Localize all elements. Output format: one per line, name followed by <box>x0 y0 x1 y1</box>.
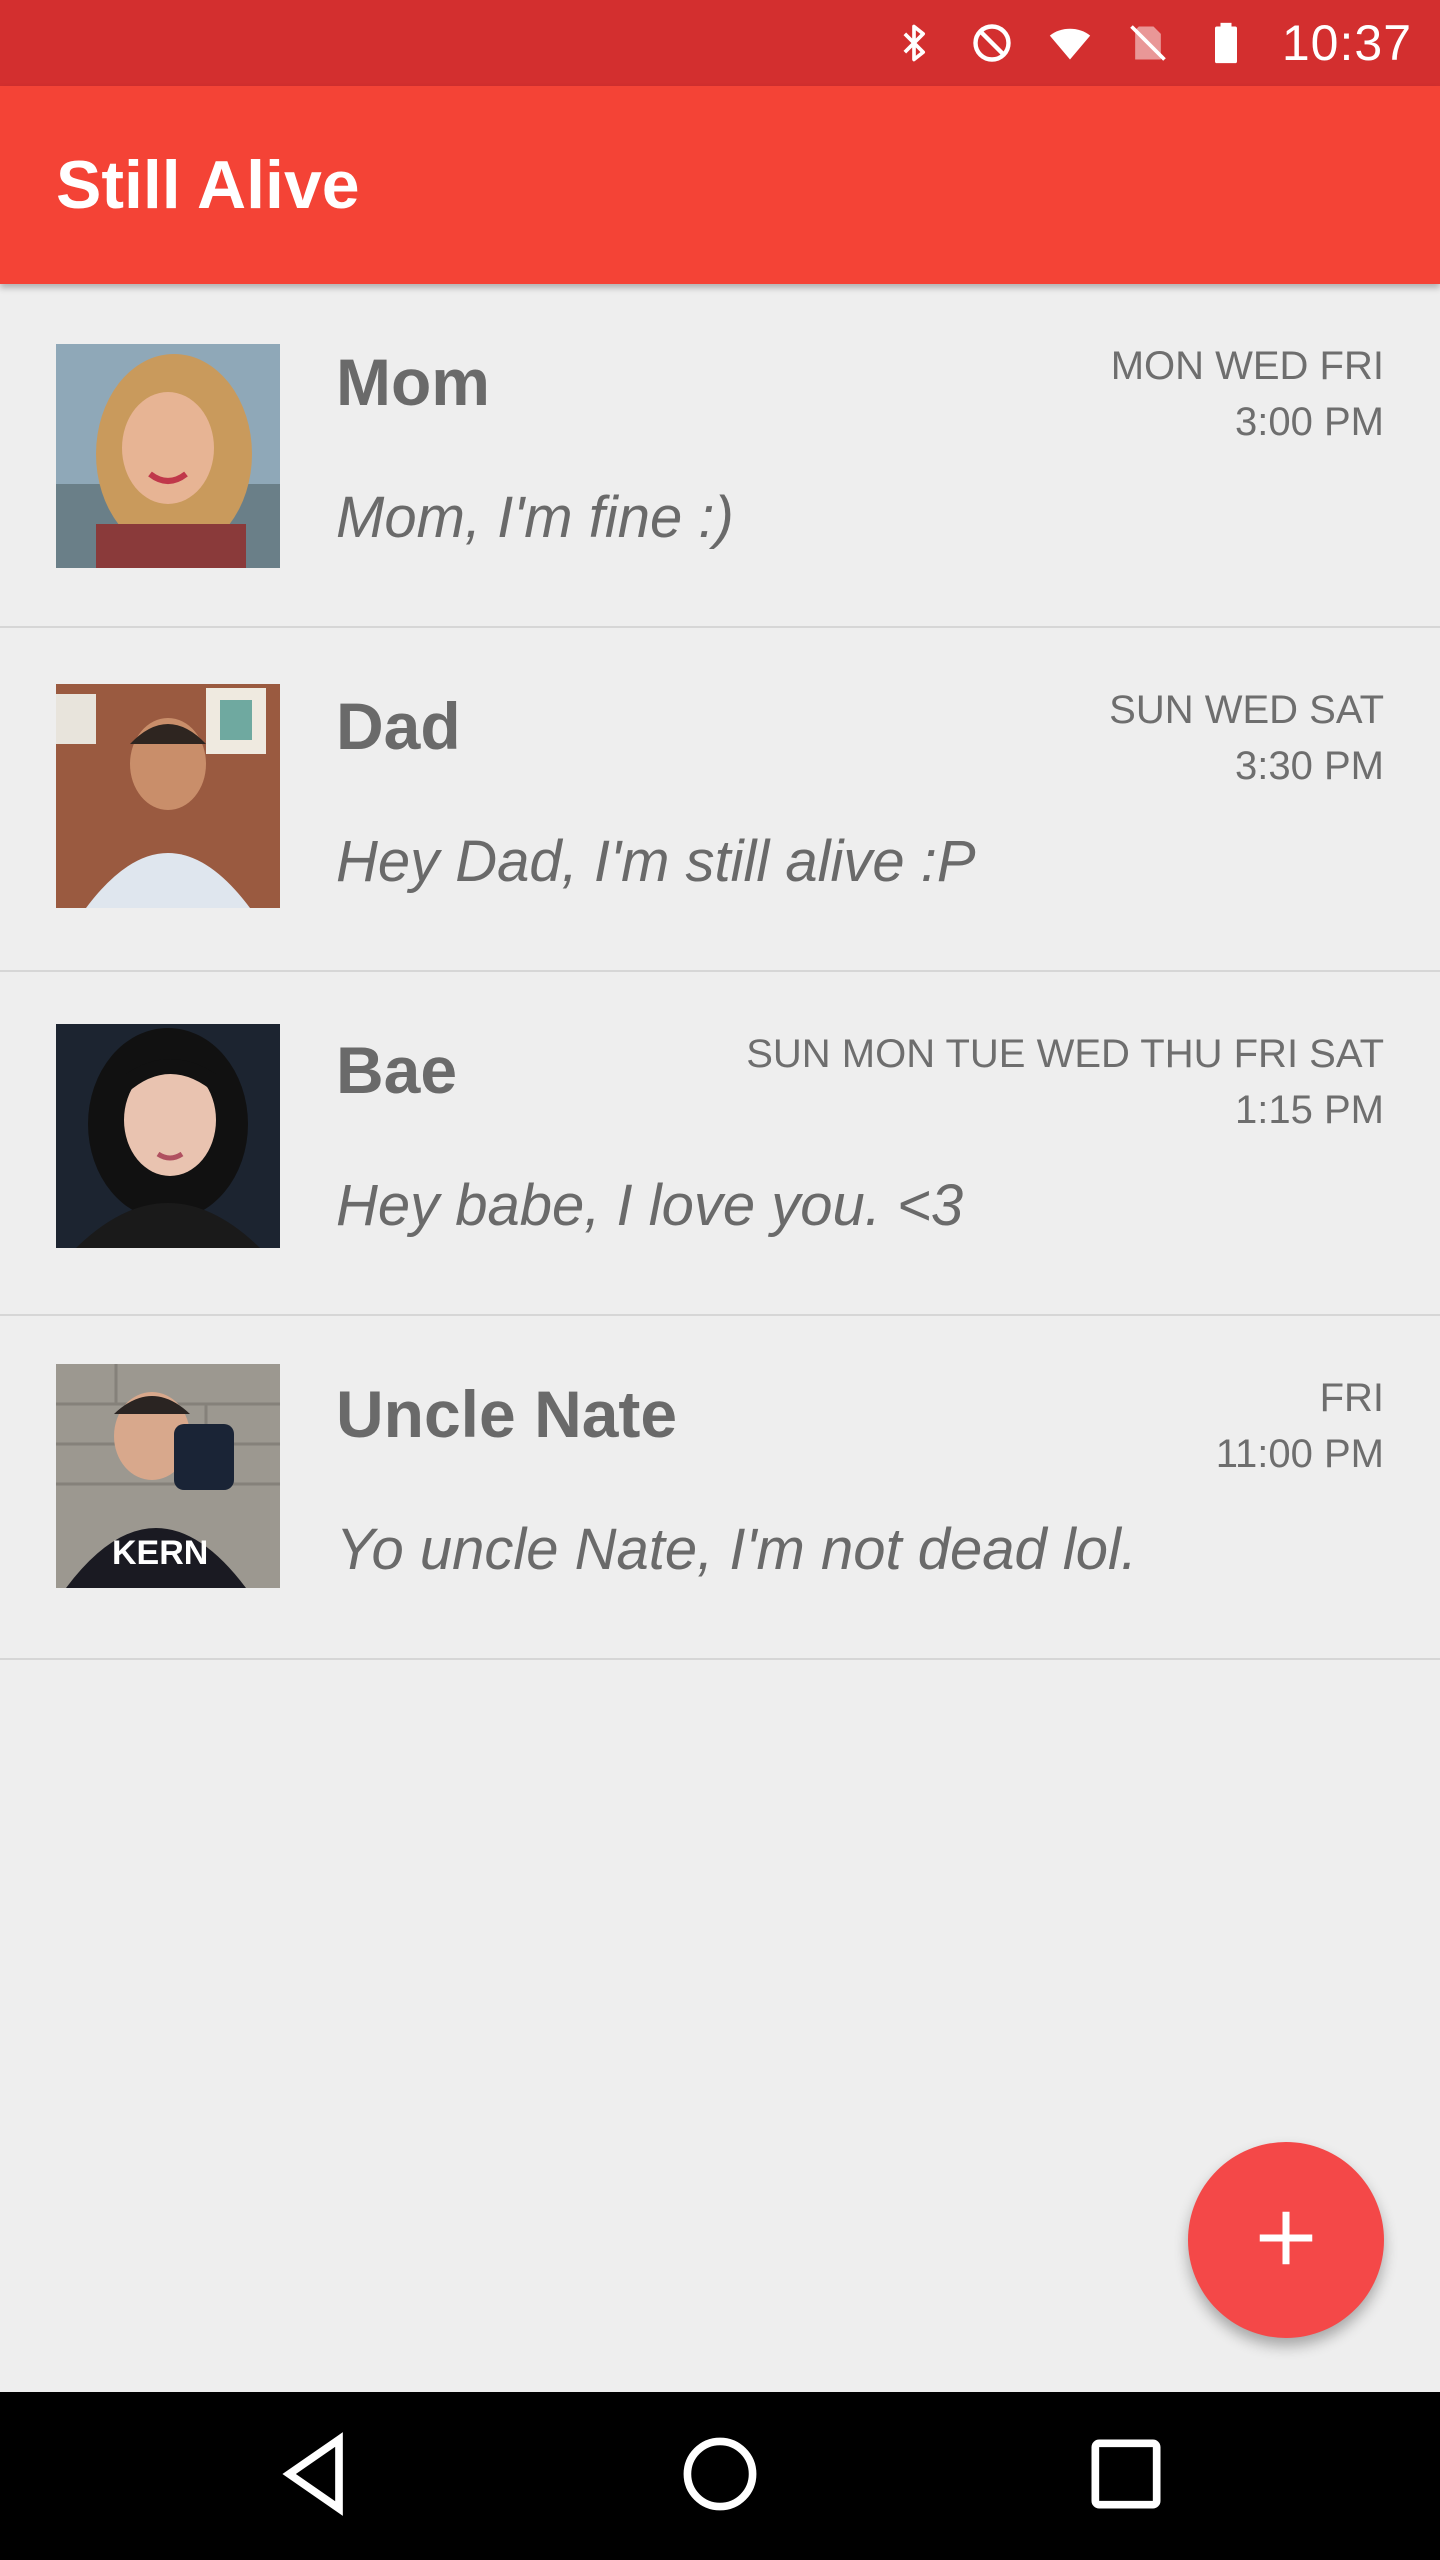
add-button[interactable] <box>1188 2142 1384 2338</box>
avatar <box>56 684 280 908</box>
avatar <box>56 1024 280 1248</box>
contact-list: Mom MON WED FRI 3:00 PM Mom, I'm fine :)… <box>0 284 1440 1660</box>
message-text: Mom, I'm fine :) <box>336 485 734 550</box>
no-sim-icon <box>1126 21 1170 65</box>
app-title: Still Alive <box>56 147 360 223</box>
avatar <box>56 344 280 568</box>
schedule-days: SUN WED SAT <box>1109 688 1384 732</box>
list-item[interactable]: Dad SUN WED SAT 3:30 PM Hey Dad, I'm sti… <box>0 628 1440 972</box>
contact-name: Bae <box>336 1033 458 1107</box>
bluetooth-icon <box>892 21 936 65</box>
home-button[interactable] <box>674 2430 766 2522</box>
app-bar: Still Alive <box>0 86 1440 284</box>
status-bar: 10:37 <box>0 0 1440 86</box>
navigation-bar <box>0 2392 1440 2560</box>
home-icon <box>674 2428 766 2525</box>
contact-name: Mom <box>336 345 490 419</box>
schedule-days: SUN MON TUE WED THU FRI SAT <box>746 1032 1384 1076</box>
message-text: Yo uncle Nate, I'm not dead lol. <box>336 1517 1138 1582</box>
contact-name: Dad <box>336 689 461 763</box>
message-text: Hey Dad, I'm still alive :P <box>336 829 976 894</box>
schedule-time: 3:00 PM <box>1235 400 1384 444</box>
back-icon <box>270 2428 362 2525</box>
back-button[interactable] <box>270 2430 362 2522</box>
schedule-time: 11:00 PM <box>1215 1432 1384 1476</box>
avatar: KERN <box>56 1364 280 1588</box>
schedule-time: 3:30 PM <box>1235 744 1384 788</box>
schedule-days: FRI <box>1319 1376 1384 1420</box>
list-item[interactable]: KERN Uncle Nate FRI 11:00 PM Yo uncle Na… <box>0 1316 1440 1660</box>
schedule-time: 1:15 PM <box>1235 1088 1384 1132</box>
recents-button[interactable] <box>1080 2430 1172 2522</box>
schedule-days: MON WED FRI <box>1110 344 1384 388</box>
screen: 10:37 Still Alive Mom MON WED FRI 3:00 P… <box>0 0 1440 2560</box>
svg-text:KERN: KERN <box>112 1534 208 1572</box>
recents-icon <box>1080 2428 1172 2525</box>
message-text: Hey babe, I love you. <3 <box>336 1173 964 1238</box>
plus-icon <box>1251 2203 1321 2278</box>
battery-icon <box>1204 21 1248 65</box>
do-not-disturb-icon <box>970 21 1014 65</box>
list-item[interactable]: Mom MON WED FRI 3:00 PM Mom, I'm fine :) <box>0 284 1440 628</box>
status-time: 10:37 <box>1281 15 1412 71</box>
list-item[interactable]: Bae SUN MON TUE WED THU FRI SAT 1:15 PM … <box>0 972 1440 1316</box>
wifi-icon <box>1048 21 1092 65</box>
contact-name: Uncle Nate <box>336 1377 678 1451</box>
